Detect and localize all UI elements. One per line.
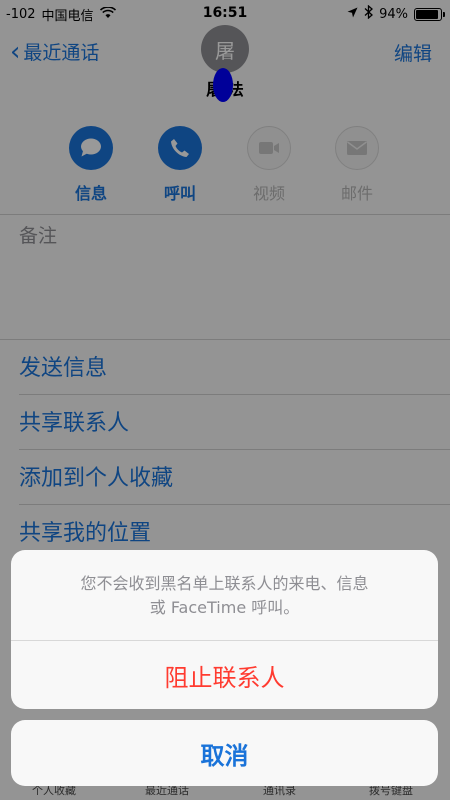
message-line-1: 您不会收到黑名单上联系人的来电、信息: [80, 574, 369, 593]
action-sheet-message: 您不会收到黑名单上联系人的来电、信息 或 FaceTime 呼叫。: [11, 550, 438, 641]
cancel-button[interactable]: 取消: [11, 720, 438, 786]
block-action-sheet: 您不会收到黑名单上联系人的来电、信息 或 FaceTime 呼叫。 阻止联系人: [11, 550, 438, 709]
message-line-2: 或 FaceTime 呼叫。: [149, 598, 300, 617]
block-contact-button[interactable]: 阻止联系人: [11, 641, 438, 709]
